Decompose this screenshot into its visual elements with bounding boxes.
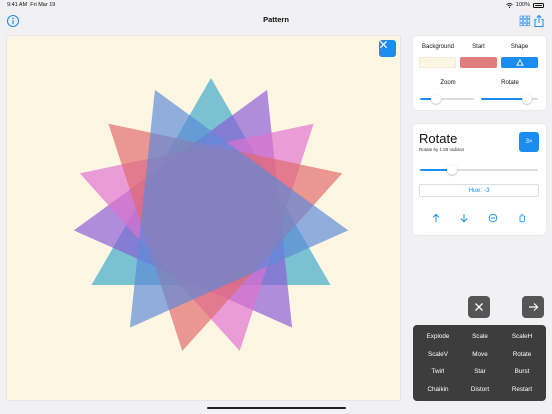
pattern-drawing [7, 36, 400, 400]
battery-percent: 100% [515, 2, 530, 8]
zoom-slider-thumb[interactable] [431, 94, 442, 104]
close-menu-button[interactable] [468, 296, 490, 318]
page-title: Pattern [263, 15, 289, 24]
menu-item-explode[interactable]: Explode [416, 333, 460, 340]
shape-picker[interactable] [501, 57, 538, 68]
menu-item-scaleh[interactable]: ScaleH [500, 333, 544, 340]
transform-menu: Explode Scale ScaleH ScaleV Move Rotate Twirl S… [413, 325, 546, 401]
shape-label: Shape [510, 44, 529, 50]
share-icon[interactable] [532, 14, 546, 28]
menu-item-restart[interactable]: Restart [500, 386, 544, 393]
menu-item-scalev[interactable]: ScaleV [416, 351, 460, 358]
start-label: Start [472, 44, 485, 50]
navigation-bar: Pattern [0, 10, 552, 32]
close-icon [379, 40, 388, 49]
zoom-slider[interactable] [420, 94, 474, 104]
menu-item-move[interactable]: Move [458, 351, 502, 358]
background-color-swatch[interactable] [419, 57, 456, 68]
menu-item-chaikin[interactable]: Chaikin [416, 386, 460, 393]
menu-item-rotate[interactable]: Rotate [500, 351, 544, 358]
rotate-slider-thumb[interactable] [521, 94, 532, 104]
zoom-label: Zoom [440, 80, 456, 86]
close-canvas-button[interactable] [379, 40, 396, 57]
menu-item-burst[interactable]: Burst [500, 368, 544, 375]
arrow-up-icon[interactable] [431, 213, 441, 223]
status-time: 9:41 AM Fri Mar 19 [7, 2, 56, 8]
wifi-icon [506, 2, 513, 8]
start-color-swatch[interactable] [460, 57, 497, 68]
rotate-subtitle: Rotate by 1.58 radians [419, 147, 465, 152]
battery-icon [533, 2, 544, 8]
minus-circle-icon[interactable] [488, 213, 498, 223]
app-screen: 9:41 AM Fri Mar 19 100% Pattern Backgrou… [0, 0, 552, 414]
status-right: 100% [506, 2, 544, 8]
menu-item-twirl[interactable]: Twirl [416, 368, 460, 375]
rotate-title: Rotate [419, 131, 458, 146]
settings-panel: Background Start Shape Zoom Rotate [413, 36, 546, 110]
arrow-down-icon[interactable] [459, 213, 469, 223]
rotate-amount-slider[interactable] [420, 165, 538, 175]
arrow-right-icon [528, 303, 539, 311]
hue-field[interactable]: Hue: -3 [419, 184, 539, 197]
rotate-slider[interactable] [481, 94, 538, 104]
multiplier-button[interactable]: 3× [519, 132, 539, 152]
menu-item-star[interactable]: Star [458, 368, 502, 375]
background-label: Background [421, 44, 455, 50]
rotate-panel: Rotate Rotate by 1.58 radians 3× Hue: -3 [413, 124, 546, 235]
home-indicator [207, 407, 346, 409]
menu-item-distort[interactable]: Distort [458, 386, 502, 393]
menu-item-scale[interactable]: Scale [458, 333, 502, 340]
triangle-icon [515, 59, 524, 66]
rotate-label: Rotate [501, 80, 519, 86]
hand-icon[interactable] [517, 213, 527, 223]
rotate-slider-fill [481, 98, 527, 100]
grid-icon[interactable] [518, 14, 532, 28]
rotate-amount-slider-thumb[interactable] [446, 165, 457, 175]
pattern-canvas[interactable] [7, 36, 400, 400]
close-icon [475, 303, 483, 311]
status-bar: 9:41 AM Fri Mar 19 100% [0, 0, 552, 10]
next-button[interactable] [522, 296, 544, 318]
